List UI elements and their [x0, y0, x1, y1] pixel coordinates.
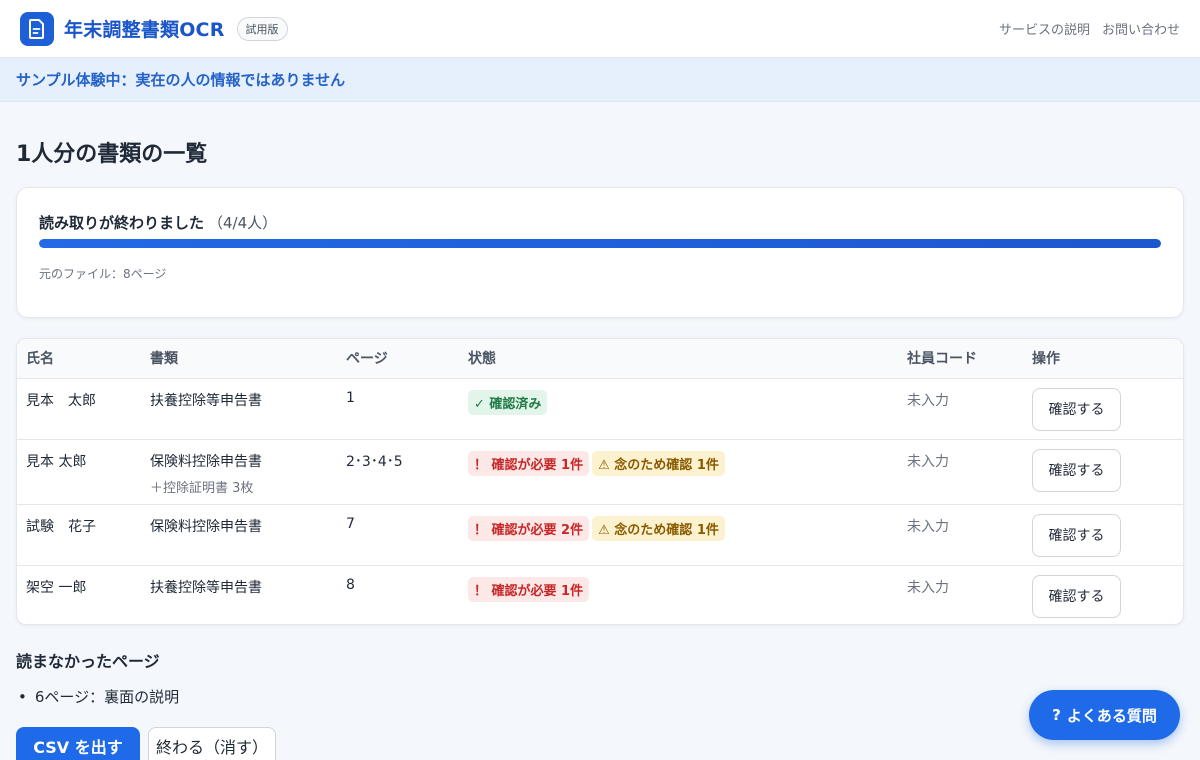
cell-document: 扶養控除等申告書: [141, 565, 337, 624]
progress-status-text: 読み取りが終わりました: [39, 214, 205, 232]
status-recheck-badge: ⚠ 念のため確認 1件: [592, 450, 725, 476]
progress-bar-fill: [39, 239, 1161, 248]
table-row: 見本 太郎 扶養控除等申告書 1 ✓ 確認済み 未入力 確認する: [17, 378, 1183, 440]
progress-bar: [39, 239, 1161, 248]
confirm-button[interactable]: 確認する: [1032, 574, 1121, 618]
cell-document: 保険料控除申告書: [141, 504, 337, 566]
top-nav: サービスの説明 お問い合わせ: [999, 19, 1180, 38]
cell-pages: 7: [337, 504, 459, 566]
top-bar: 年末調整書類OCR 試用版 サービスの説明 お問い合わせ: [0, 0, 1200, 58]
page-title: 1人分の書類の一覧: [16, 142, 208, 167]
cell-employee-code: 未入力: [898, 378, 1023, 440]
export-csv-button[interactable]: CSV を出す: [16, 727, 140, 760]
col-header-pages: ページ: [337, 339, 459, 379]
cell-name: 試験 花子: [17, 504, 141, 566]
col-header-status: 状態: [459, 339, 898, 379]
document-type: 扶養控除等申告書: [150, 392, 262, 409]
skipped-pages-title: 読まなかったページ: [16, 652, 160, 671]
source-file-note: 元のファイル：8ページ: [39, 267, 167, 281]
progress-card: 読み取りが終わりました （4/4人） 元のファイル：8ページ: [16, 187, 1184, 318]
table-header-row: 氏名 書類 ページ 状態 社員コード 操作: [17, 339, 1183, 379]
col-header-document: 書類: [141, 339, 337, 379]
col-header-employee-code: 社員コード: [898, 339, 1023, 379]
cell-action: 確認する: [1023, 565, 1183, 624]
cell-pages: 8: [346, 576, 355, 593]
cell-employee-code: 未入力: [898, 504, 1023, 566]
document-type: 保険料控除申告書: [150, 453, 262, 470]
cell-status: ✓ 確認済み: [459, 378, 898, 440]
confirm-button[interactable]: 確認する: [1032, 448, 1121, 492]
document-attachment-note: ＋控除証明書 3枚: [150, 480, 254, 496]
question-icon: ?: [1052, 706, 1061, 724]
cell-name: 見本 太郎: [17, 439, 141, 505]
cell-document: 保険料控除申告書 ＋控除証明書 3枚: [141, 439, 337, 505]
status-needs-check-badge: ！ 確認が必要 1件: [468, 576, 590, 602]
cell-document: 扶養控除等申告書: [141, 378, 337, 440]
nav-contact[interactable]: お問い合わせ: [1102, 19, 1180, 38]
trial-badge: 試用版: [236, 16, 288, 41]
app-title: 年末調整書類OCR: [64, 19, 225, 41]
cell-status: ！ 確認が必要 1件: [459, 565, 898, 624]
col-header-action: 操作: [1023, 339, 1183, 379]
cell-name: 見本 太郎: [17, 378, 141, 440]
confirm-button[interactable]: 確認する: [1032, 387, 1121, 431]
cell-pages: 2･3･4･5: [337, 439, 459, 505]
progress-count: （4/4人）: [208, 214, 278, 232]
status-needs-check-badge: ！ 確認が必要 1件: [468, 450, 590, 476]
cell-action: 確認する: [1023, 378, 1183, 440]
cell-status: ！ 確認が必要 2件 ⚠ 念のため確認 1件: [459, 504, 898, 566]
sample-notice-banner: サンプル体験中：実在の人の情報ではありません: [0, 58, 1200, 102]
table-row: 見本 太郎 保険料控除申告書 ＋控除証明書 3枚 2･3･4･5 ！ 確認が必要…: [17, 439, 1183, 505]
table-row: 試験 花子 保険料控除申告書 7 ！ 確認が必要 2件 ⚠ 念のため確認 1件 未…: [17, 504, 1183, 566]
list-item: 6ページ：裏面の説明: [18, 686, 179, 707]
status-needs-check-badge: ！ 確認が必要 2件: [468, 515, 590, 541]
cell-action: 確認する: [1023, 439, 1183, 505]
cell-pages: 1: [337, 378, 459, 440]
status-recheck-badge: ⚠ 念のため確認 1件: [592, 515, 725, 541]
cell-name: 架空 一郎: [26, 579, 87, 596]
document-icon: [20, 11, 54, 46]
finish-delete-button[interactable]: 終わる（消す）: [148, 727, 276, 760]
faq-button[interactable]: ? よくある質問: [1029, 690, 1180, 740]
document-type: 保険料控除申告書: [150, 518, 262, 535]
table-row: 架空 一郎 扶養控除等申告書 8 ！ 確認が必要 1件 未入力 確認する: [17, 565, 1183, 624]
document-type: 扶養控除等申告書: [150, 579, 262, 596]
cell-status: ！ 確認が必要 1件 ⚠ 念のため確認 1件: [459, 439, 898, 505]
confirm-button[interactable]: 確認する: [1032, 513, 1121, 557]
status-confirmed-badge: ✓ 確認済み: [468, 389, 548, 415]
col-header-name: 氏名: [17, 339, 141, 379]
documents-table: 氏名 書類 ページ 状態 社員コード 操作 見本 太郎 扶養控除等申告書 1 ✓…: [16, 338, 1184, 625]
progress-status: 読み取りが終わりました （4/4人）: [39, 212, 1161, 233]
faq-label: よくある質問: [1066, 706, 1157, 725]
cell-action: 確認する: [1023, 504, 1183, 566]
cell-employee-code: 未入力: [907, 579, 949, 596]
skipped-pages-list: 6ページ：裏面の説明: [18, 686, 179, 707]
nav-service-info[interactable]: サービスの説明: [999, 19, 1090, 38]
cell-employee-code: 未入力: [898, 439, 1023, 505]
